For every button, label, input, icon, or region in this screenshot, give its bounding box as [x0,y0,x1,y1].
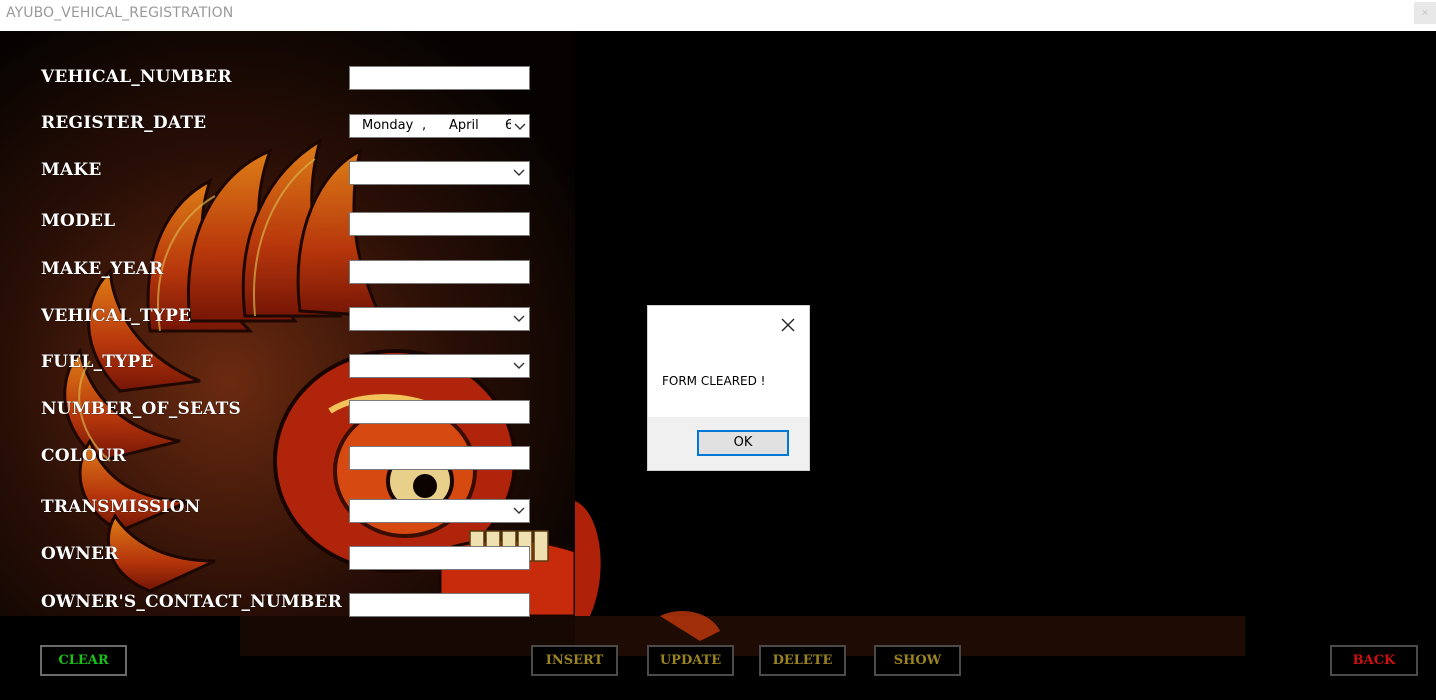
vehical-number-input[interactable] [349,66,530,90]
register-date-picker[interactable]: Monday , April 6 [349,114,530,138]
vehical-type-label: VEHICAL_TYPE [41,306,192,326]
number-of-seats-input[interactable] [349,400,530,424]
clear-button[interactable]: CLEAR [40,645,127,676]
chevron-down-icon [513,362,525,369]
vehical-number-label: VEHICAL_NUMBER [41,67,232,87]
owner-label: OWNER [41,544,119,564]
update-button[interactable]: UPDATE [647,645,734,676]
show-button[interactable]: SHOW [874,645,961,676]
transmission-select[interactable] [349,499,530,523]
owner-contact-input[interactable] [349,593,530,617]
chevron-down-icon [513,315,525,322]
chevron-down-icon [513,507,525,514]
back-button[interactable]: BACK [1330,645,1418,676]
make-year-label: MAKE_YEAR [41,259,164,279]
owner-input[interactable] [349,546,530,570]
chevron-down-icon[interactable] [511,115,529,137]
message-dialog: FORM CLEARED ! OK [648,306,809,470]
register-date-label: REGISTER_DATE [41,113,207,133]
dialog-message: FORM CLEARED ! [662,374,766,388]
dialog-footer: OK [648,417,809,470]
number-of-seats-label: NUMBER_OF_SEATS [41,399,241,419]
date-month: April [449,118,479,133]
model-label: MODEL [41,211,116,231]
vehical-type-select[interactable] [349,307,530,331]
make-year-input[interactable] [349,260,530,284]
make-label: MAKE [41,160,102,180]
make-select[interactable] [349,161,530,185]
window-title: AYUBO_VEHICAL_REGISTRATION [6,5,234,21]
chevron-down-icon [513,169,525,176]
close-icon[interactable] [781,318,795,332]
owner-contact-label: OWNER'S_CONTACT_NUMBER [41,592,343,612]
window-close-button[interactable]: × [1414,2,1436,24]
transmission-label: TRANSMISSION [41,497,201,517]
date-day-name: Monday [362,118,414,133]
date-separator: , [422,118,427,133]
delete-button[interactable]: DELETE [759,645,846,676]
insert-button[interactable]: INSERT [531,645,618,676]
model-input[interactable] [349,212,530,236]
ok-button[interactable]: OK [697,430,789,456]
title-bar: AYUBO_VEHICAL_REGISTRATION × [0,0,1436,31]
fuel-type-label: FUEL_TYPE [41,352,154,372]
colour-input[interactable] [349,446,530,470]
fuel-type-select[interactable] [349,354,530,378]
colour-label: COLOUR [41,446,127,466]
